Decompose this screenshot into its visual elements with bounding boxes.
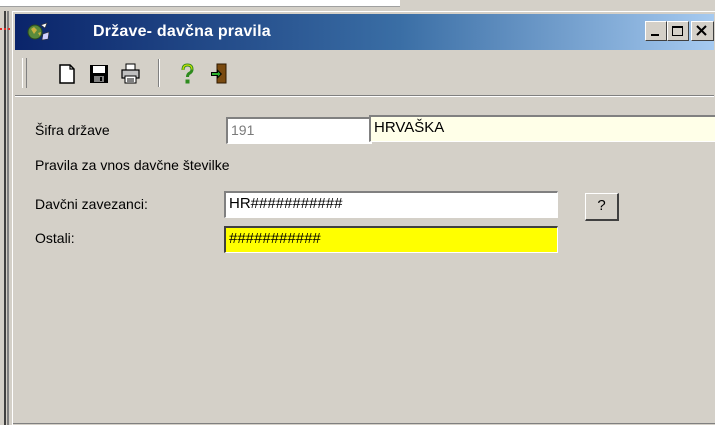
minimize-button[interactable] xyxy=(645,21,667,41)
country-code-label: Šifra države xyxy=(35,122,110,138)
toolbar xyxy=(15,52,714,97)
help-question-icon xyxy=(181,63,194,84)
edge-line xyxy=(4,11,6,425)
background-window-strip xyxy=(0,0,715,11)
exit-door-icon xyxy=(211,63,227,84)
toolbar-border xyxy=(15,95,714,97)
help-button[interactable] xyxy=(175,62,199,86)
close-button[interactable] xyxy=(691,21,714,41)
app-icon[interactable] xyxy=(25,20,51,44)
dialog-window: Države- davčna pravila Šifra države 191 … xyxy=(12,11,715,425)
print-button[interactable] xyxy=(119,62,143,86)
others-label: Ostali: xyxy=(35,230,75,246)
new-button[interactable] xyxy=(55,62,79,86)
maximize-icon xyxy=(672,26,683,36)
toolbar-separator xyxy=(158,59,160,87)
save-button[interactable] xyxy=(87,62,111,86)
country-code-field[interactable]: 191 xyxy=(226,117,372,144)
taxpayers-field[interactable]: HR########### xyxy=(224,191,558,218)
save-disk-icon xyxy=(90,65,108,83)
background-window-left-edge xyxy=(0,11,12,425)
country-name-field[interactable]: HRVAŠKA xyxy=(369,115,715,142)
exit-button[interactable] xyxy=(208,62,232,86)
close-icon xyxy=(696,25,707,36)
rules-heading: Pravila za vnos davčne številke xyxy=(35,157,230,173)
window-title: Države- davčna pravila xyxy=(93,23,271,40)
window-bottom-border xyxy=(13,423,715,424)
print-icon xyxy=(121,63,140,84)
background-window-edge xyxy=(0,0,400,7)
help-format-button[interactable]: ? xyxy=(585,193,619,221)
maximize-button[interactable] xyxy=(667,21,689,41)
taxpayers-label: Davčni zavezanci: xyxy=(35,196,148,212)
others-field[interactable]: ########### xyxy=(224,226,558,253)
title-bar[interactable]: Države- davčna pravila xyxy=(15,14,714,50)
edge-line xyxy=(7,11,9,425)
new-document-icon xyxy=(59,64,75,84)
toolbar-grip[interactable] xyxy=(22,58,27,88)
minimize-icon xyxy=(651,34,659,36)
